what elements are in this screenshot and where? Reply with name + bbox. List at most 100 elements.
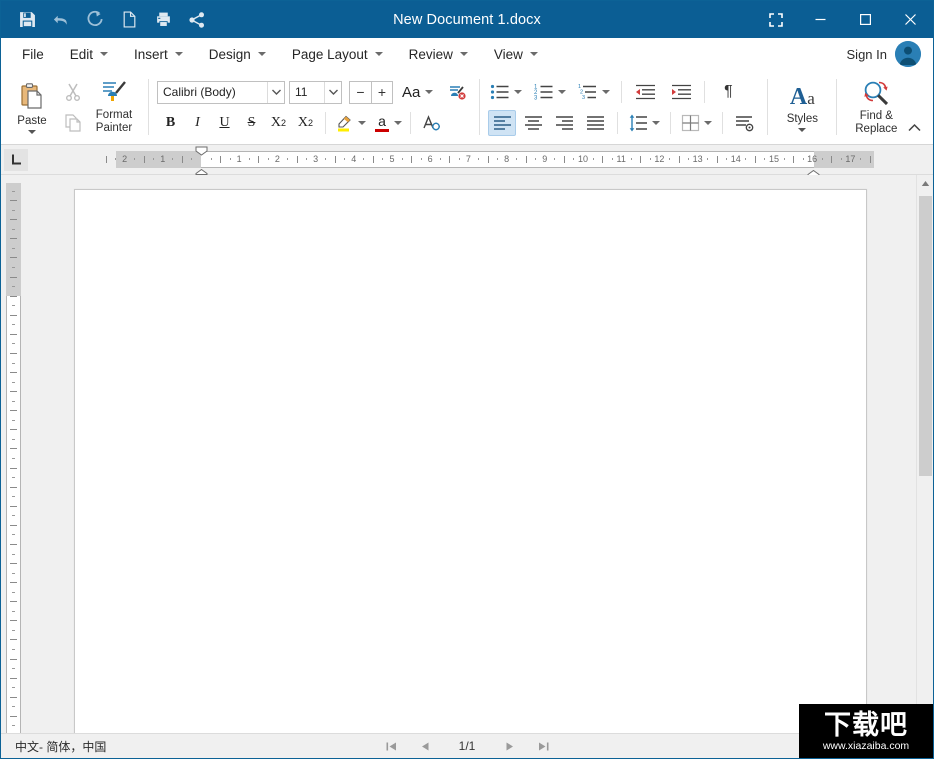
menu-item-review[interactable]: Review bbox=[400, 43, 477, 66]
borders-button[interactable] bbox=[679, 110, 714, 136]
close-icon[interactable] bbox=[888, 1, 933, 38]
justify-icon bbox=[586, 115, 605, 131]
scrollbar-thumb[interactable] bbox=[919, 196, 932, 476]
document-canvas[interactable] bbox=[25, 175, 916, 733]
font-color-button[interactable]: a bbox=[373, 110, 404, 136]
ruler-number: 13 bbox=[693, 153, 703, 165]
vertical-scrollbar[interactable] bbox=[916, 175, 933, 733]
scroll-up-arrow[interactable] bbox=[917, 175, 934, 192]
vruler-tick bbox=[10, 277, 17, 278]
font-color-swatch bbox=[375, 129, 389, 133]
print-layout-view-button[interactable] bbox=[861, 736, 881, 756]
new-document-icon[interactable] bbox=[113, 5, 145, 35]
change-case-button[interactable]: Aa bbox=[400, 79, 435, 105]
italic-label: I bbox=[195, 115, 200, 131]
text-effects-button[interactable] bbox=[417, 110, 445, 136]
chevron-down-icon bbox=[530, 52, 538, 56]
tab-stop-selector[interactable] bbox=[4, 149, 28, 171]
paragraph-settings-button[interactable] bbox=[731, 110, 759, 136]
reading-view-button[interactable] bbox=[891, 736, 911, 756]
vruler-tick bbox=[10, 410, 17, 411]
paste-button[interactable]: Paste bbox=[6, 74, 58, 142]
first-line-indent-marker[interactable] bbox=[195, 143, 208, 161]
sign-in-link[interactable]: Sign In bbox=[847, 47, 887, 62]
vruler-tick-dot bbox=[12, 592, 15, 593]
document-page[interactable] bbox=[74, 189, 867, 733]
share-icon[interactable] bbox=[181, 5, 213, 35]
strikethrough-button[interactable]: S bbox=[238, 110, 265, 136]
ruler-tick-dot bbox=[421, 158, 422, 160]
find-replace-label-line1: Find & bbox=[860, 110, 893, 123]
avatar[interactable] bbox=[895, 41, 921, 67]
title-bar: New Document 1.docx bbox=[1, 1, 933, 38]
chevron-down-icon bbox=[460, 52, 468, 56]
multilevel-list-button[interactable]: 123 bbox=[576, 79, 612, 105]
maximize-icon[interactable] bbox=[843, 1, 888, 38]
ruler-tick bbox=[258, 156, 259, 163]
horizontal-ruler[interactable]: 211234567891011121314151617 bbox=[77, 151, 874, 168]
menu-item-view[interactable]: View bbox=[485, 43, 547, 66]
undo-icon[interactable] bbox=[45, 5, 77, 35]
format-painter-button[interactable]: Format Painter bbox=[88, 74, 140, 142]
scroll-down-arrow[interactable] bbox=[917, 716, 934, 733]
vruler-tick bbox=[10, 506, 17, 507]
bold-button[interactable]: B bbox=[157, 110, 184, 136]
justify-button[interactable] bbox=[581, 110, 609, 136]
underline-button[interactable]: U bbox=[211, 110, 238, 136]
vertical-ruler[interactable] bbox=[1, 175, 25, 733]
increase-font-size-button[interactable]: + bbox=[371, 81, 393, 104]
decrease-font-size-button[interactable]: − bbox=[349, 81, 371, 104]
show-formatting-marks-button[interactable]: ¶ bbox=[714, 79, 742, 105]
first-page-button[interactable] bbox=[382, 737, 400, 755]
align-right-button[interactable] bbox=[550, 110, 578, 136]
subscript-button[interactable]: X2 bbox=[265, 110, 292, 136]
print-icon[interactable] bbox=[147, 5, 179, 35]
pilcrow-icon: ¶ bbox=[724, 83, 733, 101]
menu-item-insert[interactable]: Insert bbox=[125, 43, 192, 66]
save-icon[interactable] bbox=[11, 5, 43, 35]
bullets-button[interactable] bbox=[488, 79, 524, 105]
vruler-tick-dot bbox=[12, 573, 15, 574]
collapse-ribbon-button[interactable] bbox=[903, 116, 925, 138]
align-left-button[interactable] bbox=[488, 110, 516, 136]
next-page-button[interactable] bbox=[500, 737, 518, 755]
minimize-icon[interactable] bbox=[798, 1, 843, 38]
copy-button[interactable] bbox=[58, 108, 88, 138]
language-indicator[interactable]: 中文- 简体，中国 bbox=[1, 738, 106, 755]
ruler-tick-dot bbox=[230, 158, 231, 160]
cut-button[interactable] bbox=[58, 77, 88, 107]
fullscreen-icon[interactable] bbox=[753, 1, 798, 38]
ruler-tick bbox=[602, 156, 603, 163]
menu-item-design[interactable]: Design bbox=[200, 43, 275, 66]
line-spacing-button[interactable] bbox=[626, 110, 662, 136]
document-work-area bbox=[1, 175, 933, 733]
paragraph-settings-icon bbox=[735, 114, 755, 132]
ruler-number: 7 bbox=[466, 153, 471, 165]
vruler-tick bbox=[10, 525, 17, 526]
styles-button[interactable]: A a Styles bbox=[776, 74, 828, 142]
chevron-down-icon[interactable] bbox=[267, 82, 284, 103]
previous-page-button[interactable] bbox=[416, 737, 434, 755]
redo-icon[interactable] bbox=[79, 5, 111, 35]
font-size-combobox[interactable]: 11 bbox=[289, 81, 342, 104]
align-center-button[interactable] bbox=[519, 110, 547, 136]
italic-button[interactable]: I bbox=[184, 110, 211, 136]
find-replace-label-line2: Replace bbox=[855, 123, 897, 136]
clear-formatting-button[interactable] bbox=[443, 79, 471, 105]
font-family-combobox[interactable]: Calibri (Body) bbox=[157, 81, 285, 104]
menu-item-page-layout[interactable]: Page Layout bbox=[283, 43, 392, 66]
last-page-button[interactable] bbox=[534, 737, 552, 755]
find-replace-button[interactable]: Find & Replace bbox=[845, 74, 907, 142]
increase-indent-button[interactable] bbox=[667, 79, 695, 105]
numbering-button[interactable]: 123 bbox=[532, 79, 568, 105]
vruler-tick bbox=[10, 487, 17, 488]
decrease-indent-button[interactable] bbox=[631, 79, 659, 105]
scrollbar-track[interactable] bbox=[917, 192, 934, 716]
menu-item-edit[interactable]: Edit bbox=[61, 43, 117, 66]
ruler-left-margin bbox=[116, 151, 201, 168]
chevron-down-icon[interactable] bbox=[324, 82, 341, 103]
superscript-button[interactable]: X2 bbox=[292, 110, 319, 136]
menu-item-file[interactable]: File bbox=[13, 43, 53, 66]
align-right-icon bbox=[555, 115, 574, 131]
highlight-color-button[interactable] bbox=[332, 110, 368, 136]
